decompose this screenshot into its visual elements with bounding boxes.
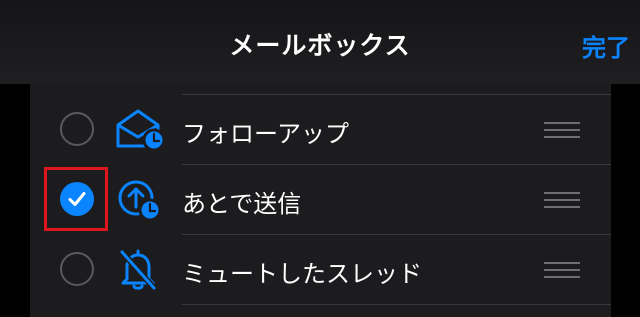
right-margin — [611, 84, 640, 317]
selection-circle[interactable] — [60, 252, 94, 286]
bell-slash-icon — [112, 246, 164, 292]
navigation-bar: メールボックス 完了 — [0, 0, 640, 84]
envelope-clock-icon — [112, 106, 166, 152]
list-item-label: あとで送信 — [182, 190, 302, 218]
page-title: メールボックス — [229, 31, 411, 60]
list-item-send-later[interactable]: あとで送信 — [30, 164, 611, 234]
reorder-handle-icon[interactable] — [544, 120, 580, 140]
done-button[interactable]: 完了 — [582, 28, 630, 63]
left-margin — [0, 84, 30, 317]
reorder-handle-icon[interactable] — [544, 190, 580, 210]
selection-highlight-box — [44, 167, 108, 231]
list-item-label: ミュートしたスレッド — [182, 260, 422, 288]
list-item-label: フォローアップ — [182, 120, 350, 148]
row-divider — [182, 304, 611, 305]
list-item-muted-threads[interactable]: ミュートしたスレッド — [30, 234, 611, 304]
reorder-handle-icon[interactable] — [544, 260, 580, 280]
selection-circle[interactable] — [60, 112, 94, 146]
list-item-follow-up[interactable]: フォローアップ — [30, 94, 611, 164]
mailbox-list: フォローアップ あとで送信 ミュートしたスレッド — [30, 84, 611, 317]
mailbox-edit-screen: メールボックス 完了 フォローアップ あとで送信 ミュートしたスレッド — [0, 0, 640, 317]
send-later-clock-icon — [112, 176, 164, 222]
